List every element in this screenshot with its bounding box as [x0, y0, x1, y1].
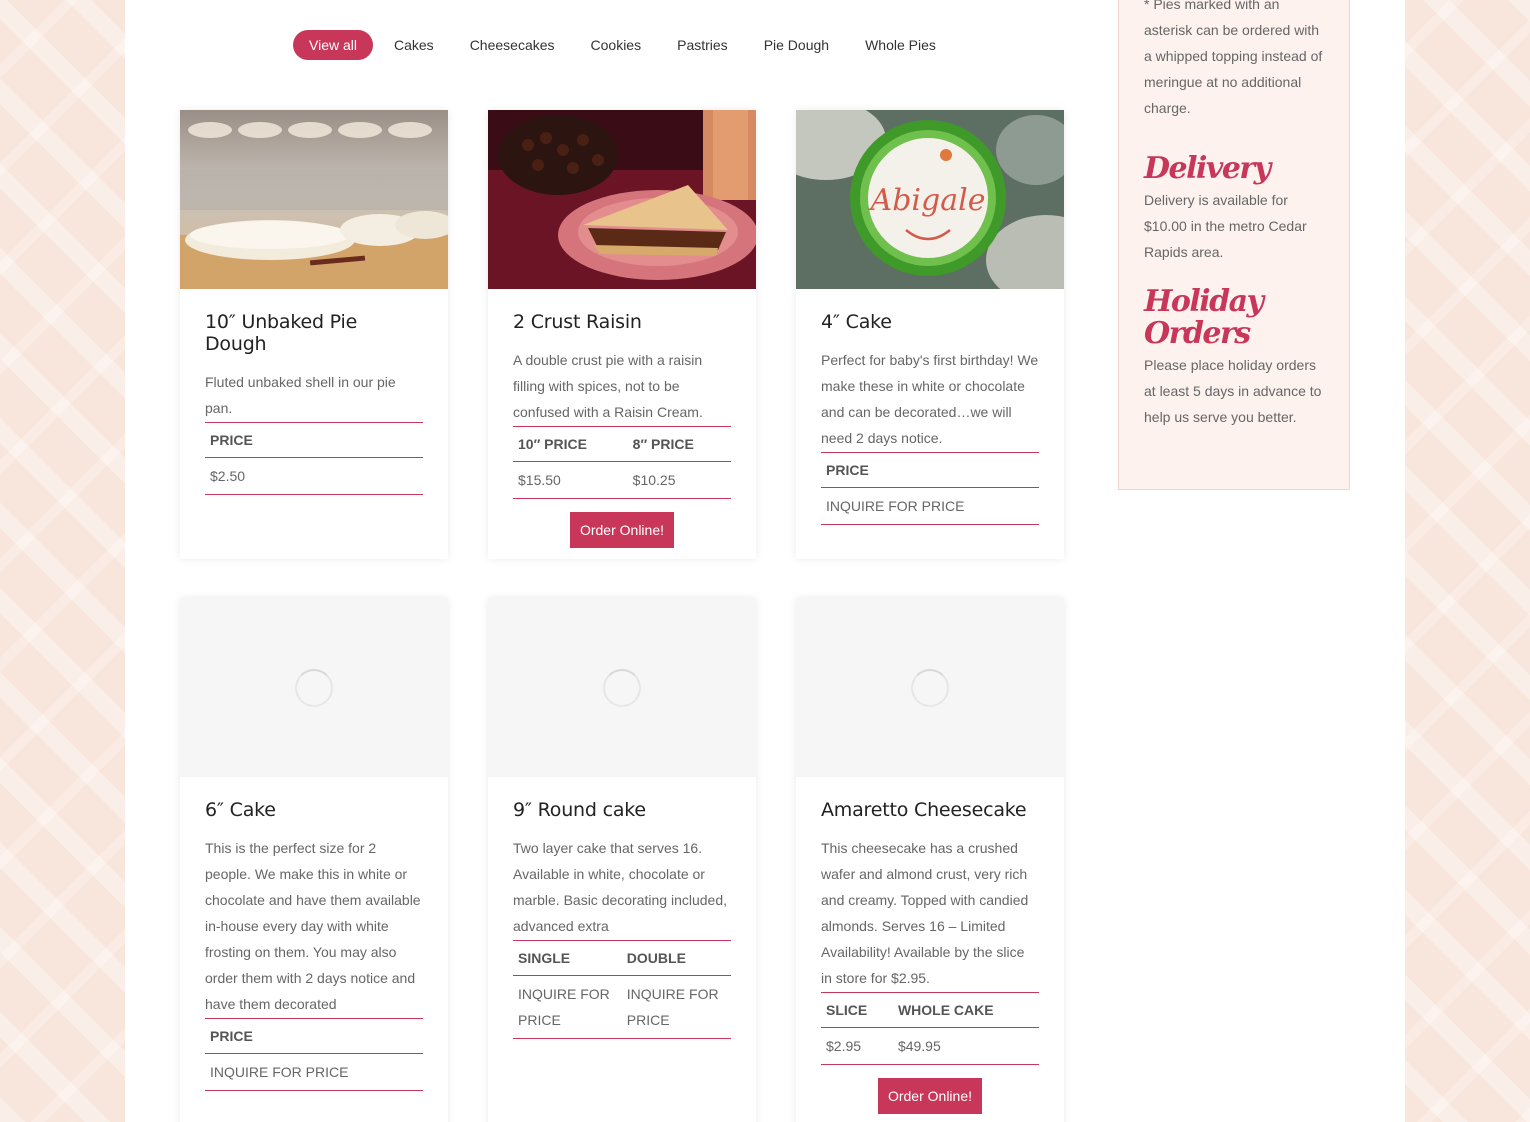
filter-pastries[interactable]: Pastries — [659, 30, 746, 60]
product-card: 10″ Unbaked Pie Dough Fluted unbaked she… — [180, 110, 448, 559]
asterisk-note: * Pies marked with an asterisk can be or… — [1144, 0, 1323, 116]
product-image-loading[interactable] — [796, 598, 1064, 777]
product-image-raisin-pie[interactable] — [488, 110, 756, 289]
product-description: This is the perfect size for 2 people. W… — [205, 840, 421, 1012]
price-value: INQUIRE FOR PRICE — [205, 1053, 423, 1091]
price-table: SINGLE DOUBLE INQUIRE FOR PRICE INQUIRE … — [513, 940, 731, 1039]
filter-cheesecakes[interactable]: Cheesecakes — [452, 30, 573, 60]
price-header: SINGLE — [513, 940, 622, 976]
product-description: This cheesecake has a crushed wafer and … — [821, 840, 1029, 986]
product-title[interactable]: 6″ Cake — [205, 799, 423, 821]
filter-pie-dough[interactable]: Pie Dough — [746, 30, 847, 60]
price-header: PRICE — [205, 422, 423, 458]
price-value: $2.50 — [205, 457, 423, 495]
filter-cookies[interactable]: Cookies — [573, 30, 660, 60]
holiday-heading: Holiday Orders — [1144, 284, 1264, 351]
delivery-text: Delivery is available for $10.00 in the … — [1144, 192, 1307, 260]
price-value: INQUIRE FOR PRICE — [821, 487, 1039, 525]
product-card: 2 Crust Raisin A double crust pie with a… — [488, 110, 756, 559]
price-header: PRICE — [205, 1018, 423, 1054]
cake-inscription: Abigale — [868, 183, 986, 218]
product-image-pie-dough[interactable] — [180, 110, 448, 289]
product-image-loading[interactable] — [488, 598, 756, 777]
price-table: PRICE INQUIRE FOR PRICE — [821, 452, 1039, 525]
holiday-text: Please place holiday orders at least 5 d… — [1144, 357, 1322, 425]
product-description: Two layer cake that serves 16. Available… — [513, 840, 728, 934]
info-sidebar: * Pies marked with an asterisk can be or… — [1118, 0, 1350, 490]
price-header: 10″ PRICE — [513, 426, 628, 462]
product-card: Amaretto Cheesecake This cheesecake has … — [796, 598, 1064, 1122]
price-table: PRICE $2.50 — [205, 422, 423, 495]
product-title[interactable]: 2 Crust Raisin — [513, 311, 731, 333]
raisin-pie-photo — [488, 110, 756, 289]
price-header: WHOLE CAKE — [892, 992, 1039, 1028]
price-header: SLICE — [821, 992, 893, 1028]
loading-spinner-icon — [911, 668, 949, 707]
price-value: $15.50 — [513, 461, 628, 499]
product-image-4-cake[interactable]: Abigale — [796, 110, 1064, 289]
price-value: $10.25 — [627, 461, 731, 499]
category-filter-bar: View all Cakes Cheesecakes Cookies Pastr… — [293, 30, 954, 60]
price-header: 8″ PRICE — [627, 426, 731, 462]
price-header: DOUBLE — [621, 940, 731, 976]
product-card: 6″ Cake This is the perfect size for 2 p… — [180, 598, 448, 1122]
product-title[interactable]: 4″ Cake — [821, 311, 1039, 333]
product-card: Abigale 4″ Cake Perfect for baby's first… — [796, 110, 1064, 559]
price-table: 10″ PRICE 8″ PRICE $15.50 $10.25 — [513, 426, 731, 499]
price-header: PRICE — [821, 452, 1039, 488]
order-online-button[interactable]: Order Online! — [877, 1078, 983, 1114]
loading-spinner-icon — [603, 668, 641, 707]
price-value: $2.95 — [821, 1027, 893, 1065]
product-description: Perfect for baby's first birthday! We ma… — [821, 352, 1039, 446]
price-value: INQUIRE FOR PRICE — [621, 975, 731, 1039]
filter-cakes[interactable]: Cakes — [376, 30, 452, 60]
product-description: A double crust pie with a raisin filling… — [513, 352, 703, 420]
page-container: View all Cakes Cheesecakes Cookies Pastr… — [125, 0, 1405, 1122]
pie-dough-photo — [180, 110, 448, 289]
loading-spinner-icon — [295, 668, 333, 707]
product-title[interactable]: 10″ Unbaked Pie Dough — [205, 311, 423, 355]
order-online-button[interactable]: Order Online! — [569, 512, 675, 548]
price-value: INQUIRE FOR PRICE — [513, 975, 622, 1039]
filter-view-all[interactable]: View all — [293, 30, 373, 60]
price-table: PRICE INQUIRE FOR PRICE — [205, 1018, 423, 1091]
filter-whole-pies[interactable]: Whole Pies — [847, 30, 954, 60]
price-table: SLICE WHOLE CAKE $2.95 $49.95 — [821, 992, 1039, 1065]
product-title[interactable]: Amaretto Cheesecake — [821, 799, 1039, 821]
price-value: $49.95 — [892, 1027, 1039, 1065]
delivery-heading: Delivery — [1144, 151, 1271, 186]
decorated-cake-photo: Abigale — [796, 110, 1064, 289]
product-image-loading[interactable] — [180, 598, 448, 777]
product-description: Fluted unbaked shell in our pie pan. — [205, 374, 396, 416]
product-title[interactable]: 9″ Round cake — [513, 799, 731, 821]
product-card: 9″ Round cake Two layer cake that serves… — [488, 598, 756, 1122]
